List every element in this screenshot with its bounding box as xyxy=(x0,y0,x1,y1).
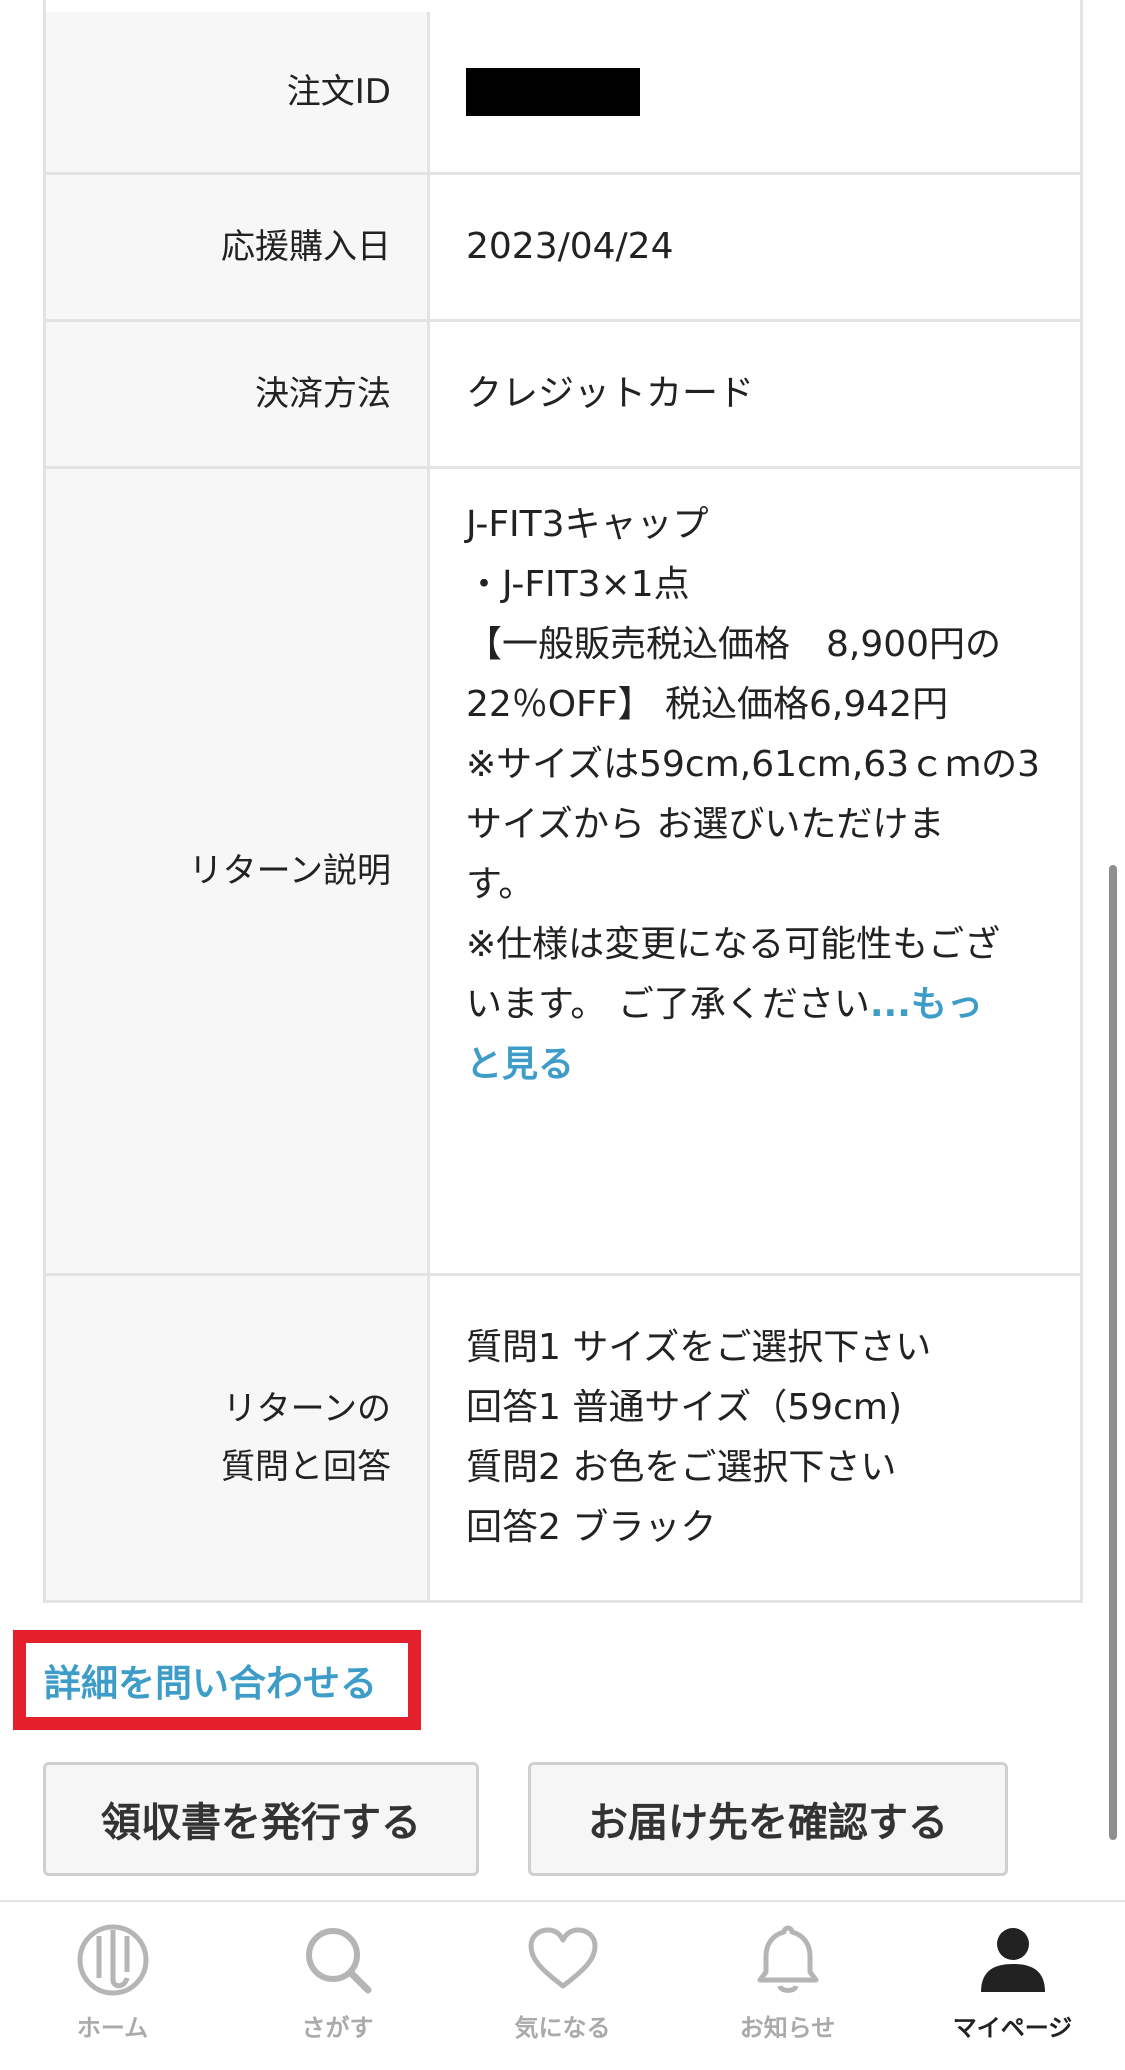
purchase-date-value: 2023/04/24 xyxy=(466,226,674,267)
purchase-date-row: 応援購入日 2023/04/24 xyxy=(46,172,1080,319)
tab-search-label: さがす xyxy=(301,2014,374,2042)
inquiry-highlight-box: 詳細を問い合わせる xyxy=(13,1630,421,1730)
qa-line: 回答2 ブラック xyxy=(466,1507,717,1548)
home-logo-icon xyxy=(73,1920,153,2000)
search-icon xyxy=(298,1920,378,2000)
tab-mypage-label: マイページ xyxy=(952,2014,1073,2042)
tab-notifications[interactable]: お知らせ xyxy=(675,1902,900,2070)
tab-mypage[interactable]: マイページ xyxy=(900,1902,1125,2070)
scrollbar[interactable] xyxy=(1109,865,1117,1840)
qa-line: 回答1 普通サイズ（59cm) xyxy=(466,1387,902,1428)
check-address-button[interactable]: お届け先を確認する xyxy=(528,1762,1008,1876)
return-line: います。 ご了承ください xyxy=(466,984,870,1025)
tab-search[interactable]: さがす xyxy=(225,1902,450,2070)
order-id-label: 注文ID xyxy=(46,12,430,172)
bottom-tab-bar: ホーム さがす 気になる お知らせ マイページ xyxy=(0,1900,1125,2070)
payment-method-value: クレジットカード xyxy=(466,373,755,414)
order-id-row: 注文ID xyxy=(46,12,1080,172)
tab-home-label: ホーム xyxy=(76,2014,149,2042)
redacted-order-id xyxy=(466,68,640,116)
issue-receipt-button[interactable]: 領収書を発行する xyxy=(43,1762,479,1876)
qa-label: リターンの 質問と回答 xyxy=(46,1276,430,1600)
return-line-with-more: います。 ご了承ください...もっ xyxy=(466,975,1050,1035)
purchase-date-label: 応援購入日 xyxy=(46,175,430,319)
return-line: ※サイズは59cm,61cm,63ｃｍの3 xyxy=(466,744,1041,785)
tab-favorites-label: 気になる xyxy=(514,2014,611,2042)
show-more-link-continued[interactable]: と見る xyxy=(466,1035,1050,1095)
return-line: J-FIT3キャップ xyxy=(466,504,709,545)
return-line: サイズから お選びいただけま xyxy=(466,804,945,845)
order-id-value xyxy=(430,12,1080,172)
return-description-label: リターン説明 xyxy=(46,469,430,1273)
return-line: 【一般販売税込価格 8,900円の xyxy=(466,624,1002,665)
qa-label-line: リターンの xyxy=(222,1389,391,1429)
tab-favorites[interactable]: 気になる xyxy=(450,1902,675,2070)
tab-home[interactable]: ホーム xyxy=(0,1902,225,2070)
payment-method-label: 決済方法 xyxy=(46,322,430,466)
show-more-link[interactable]: ...もっ xyxy=(870,984,983,1025)
qa-line: 質問2 お色をご選択下さい xyxy=(466,1447,897,1488)
order-detail-table: 注文ID 応援購入日 2023/04/24 決済方法 クレジットカード リターン… xyxy=(43,0,1083,1603)
user-icon xyxy=(973,1920,1053,2000)
payment-method-row: 決済方法 クレジットカード xyxy=(46,319,1080,466)
bell-icon xyxy=(748,1920,828,2000)
return-line: ※仕様は変更になる可能性もござ xyxy=(466,924,1001,965)
return-line: す。 xyxy=(466,864,535,905)
return-description-row: リターン説明 J-FIT3キャップ ・J-FIT3×1点 【一般販売税込価格 8… xyxy=(46,466,1080,1273)
qa-row: リターンの 質問と回答 質問1 サイズをご選択下さい 回答1 普通サイズ（59c… xyxy=(46,1273,1080,1600)
return-description-value: J-FIT3キャップ ・J-FIT3×1点 【一般販売税込価格 8,900円の … xyxy=(430,469,1080,1273)
inquiry-link[interactable]: 詳細を問い合わせる xyxy=(44,1653,377,1707)
tab-notifications-label: お知らせ xyxy=(739,2014,836,2042)
return-line: 22％OFF】 税込価格6,942円 xyxy=(466,684,949,725)
qa-label-line: 質問と回答 xyxy=(221,1447,391,1487)
heart-icon xyxy=(523,1920,603,2000)
return-line: ・J-FIT3×1点 xyxy=(466,564,690,605)
qa-value: 質問1 サイズをご選択下さい 回答1 普通サイズ（59cm) 質問2 お色をご選… xyxy=(430,1276,1080,1600)
qa-line: 質問1 サイズをご選択下さい xyxy=(466,1327,932,1368)
